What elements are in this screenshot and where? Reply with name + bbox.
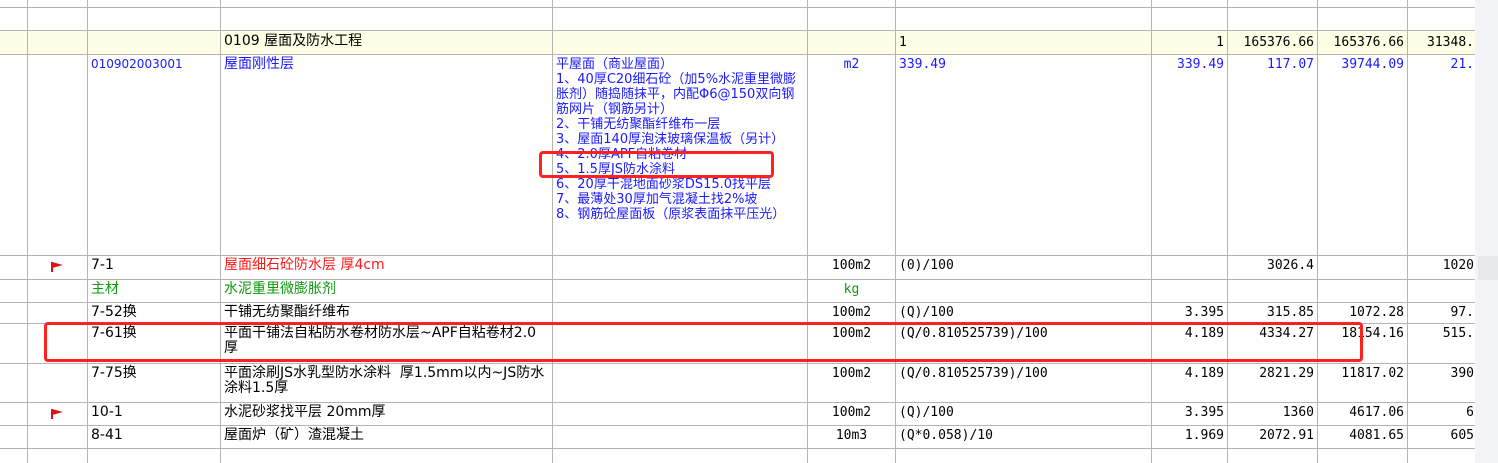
table-row[interactable]: 10-1 水泥砂浆找平层 20mm厚 100m2 (Q)/100 3.395 1360 46… [0, 403, 1475, 426]
row-price: 2072.91 [1228, 426, 1318, 448]
cell [28, 280, 88, 302]
row-name: 水泥重里微膨胀剂 [221, 280, 553, 302]
item-c10: 21. [1408, 55, 1475, 255]
table-row-empty[interactable] [0, 8, 1475, 31]
row-total: 4617.06 [1318, 403, 1408, 425]
cell [28, 256, 88, 279]
highlight-box-description [539, 151, 774, 178]
row-expr: (0)/100 [896, 256, 1152, 279]
row-expr: (Q/0.810525739)/100 [896, 364, 1152, 402]
row-qty [1152, 280, 1228, 302]
item-unit: m2 [808, 55, 896, 255]
item-code: 010902003001 [88, 55, 221, 255]
row-c10: 97. [1408, 303, 1475, 323]
cell [0, 256, 28, 279]
row-name: 水泥砂浆找平层 20mm厚 [221, 403, 553, 425]
row-qty: 3.395 [1152, 303, 1228, 323]
cell [0, 426, 28, 448]
row-c10: 6 [1408, 403, 1475, 425]
row-price: 2821.29 [1228, 364, 1318, 402]
cell [0, 364, 28, 402]
section-expr: 1 [896, 31, 1152, 54]
row-code: 7-1 [88, 256, 221, 279]
row-c10: 390 [1408, 364, 1475, 402]
row-unit: 100m2 [808, 364, 896, 402]
row-code: 10-1 [88, 403, 221, 425]
row-qty: 1.969 [1152, 426, 1228, 448]
cell [553, 303, 808, 323]
highlight-box-row [44, 322, 1363, 362]
table-row[interactable]: 7-1 屋面细石砼防水层 厚4cm 100m2 (0)/100 3026.4 1020 [0, 256, 1475, 280]
row-qty: 4.189 [1152, 364, 1228, 402]
cell [553, 403, 808, 425]
vertical-scrollbar[interactable] [1475, 0, 1498, 463]
row-name: 干铺无纺聚酯纤维布 [221, 303, 553, 323]
row-unit: 100m2 [808, 256, 896, 279]
row-price: 3026.4 [1228, 256, 1318, 279]
row-c10: 605 [1408, 426, 1475, 448]
quota-table: 0109 屋面及防水工程 1 1 165376.66 165376.66 313… [0, 0, 1475, 463]
table-row-empty[interactable] [0, 449, 1475, 463]
row-expr: (Q)/100 [896, 303, 1152, 323]
item-qty: 339.49 [1152, 55, 1228, 255]
cell [0, 303, 28, 323]
item-name: 屋面刚性层 [221, 55, 553, 255]
row-total [1318, 280, 1408, 302]
row-qty: 3.395 [1152, 403, 1228, 425]
row-c10: 515. [1408, 324, 1475, 363]
cell [28, 403, 88, 425]
row-unit: kg [808, 280, 896, 302]
cell [0, 324, 28, 363]
table-row[interactable]: 7-52换 干铺无纺聚酯纤维布 100m2 (Q)/100 3.395 315.85 107… [0, 303, 1475, 324]
row-unit: 100m2 [808, 303, 896, 323]
row-name: 平面涂刷JS水乳型防水涂料 厚1.5mm以内~JS防水涂料1.5厚 [221, 364, 553, 402]
row-unit: 10m3 [808, 426, 896, 448]
row-expr: (Q*0.058)/10 [896, 426, 1152, 448]
row-name: 屋面细石砼防水层 厚4cm [221, 256, 553, 279]
row-total: 11817.02 [1318, 364, 1408, 402]
section-total: 165376.66 [1318, 31, 1408, 54]
table-row-partial[interactable] [0, 0, 1475, 8]
cell [28, 426, 88, 448]
section-c10: 31348. [1408, 31, 1475, 54]
row-total: 1072.28 [1318, 303, 1408, 323]
flag-icon [51, 409, 63, 419]
section-row[interactable]: 0109 屋面及防水工程 1 1 165376.66 165376.66 313… [0, 31, 1475, 55]
row-unit: 100m2 [808, 403, 896, 425]
cell [553, 280, 808, 302]
table-row[interactable]: 8-41 屋面炉（矿）渣混凝土 10m3 (Q*0.058)/10 1.969 2072.… [0, 426, 1475, 449]
row-code: 7-75换 [88, 364, 221, 402]
section-name: 0109 屋面及防水工程 [221, 31, 553, 54]
row-c10: 1020 [1408, 256, 1475, 279]
cell [0, 403, 28, 425]
section-price: 165376.66 [1228, 31, 1318, 54]
row-code: 7-52换 [88, 303, 221, 323]
row-c10 [1408, 280, 1475, 302]
item-price: 117.07 [1228, 55, 1318, 255]
row-price [1228, 280, 1318, 302]
table-row[interactable]: 主材 水泥重里微膨胀剂 kg [0, 280, 1475, 303]
scrollbar-thumb[interactable] [1478, 256, 1498, 280]
flag-icon [51, 262, 63, 272]
row-expr: (Q)/100 [896, 403, 1152, 425]
cell [0, 280, 28, 302]
row-qty [1152, 256, 1228, 279]
row-code: 8-41 [88, 426, 221, 448]
section-qty: 1 [1152, 31, 1228, 54]
cell [553, 426, 808, 448]
item-total: 39744.09 [1318, 55, 1408, 255]
row-price: 1360 [1228, 403, 1318, 425]
row-code: 主材 [88, 280, 221, 302]
cell [553, 364, 808, 402]
cell [28, 303, 88, 323]
row-total [1318, 256, 1408, 279]
table-row[interactable]: 7-75换 平面涂刷JS水乳型防水涂料 厚1.5mm以内~JS防水涂料1.5厚 10… [0, 364, 1475, 403]
row-total: 4081.65 [1318, 426, 1408, 448]
cell [553, 256, 808, 279]
cell [28, 364, 88, 402]
row-name: 屋面炉（矿）渣混凝土 [221, 426, 553, 448]
item-expr: 339.49 [896, 55, 1152, 255]
row-price: 315.85 [1228, 303, 1318, 323]
row-expr [896, 280, 1152, 302]
